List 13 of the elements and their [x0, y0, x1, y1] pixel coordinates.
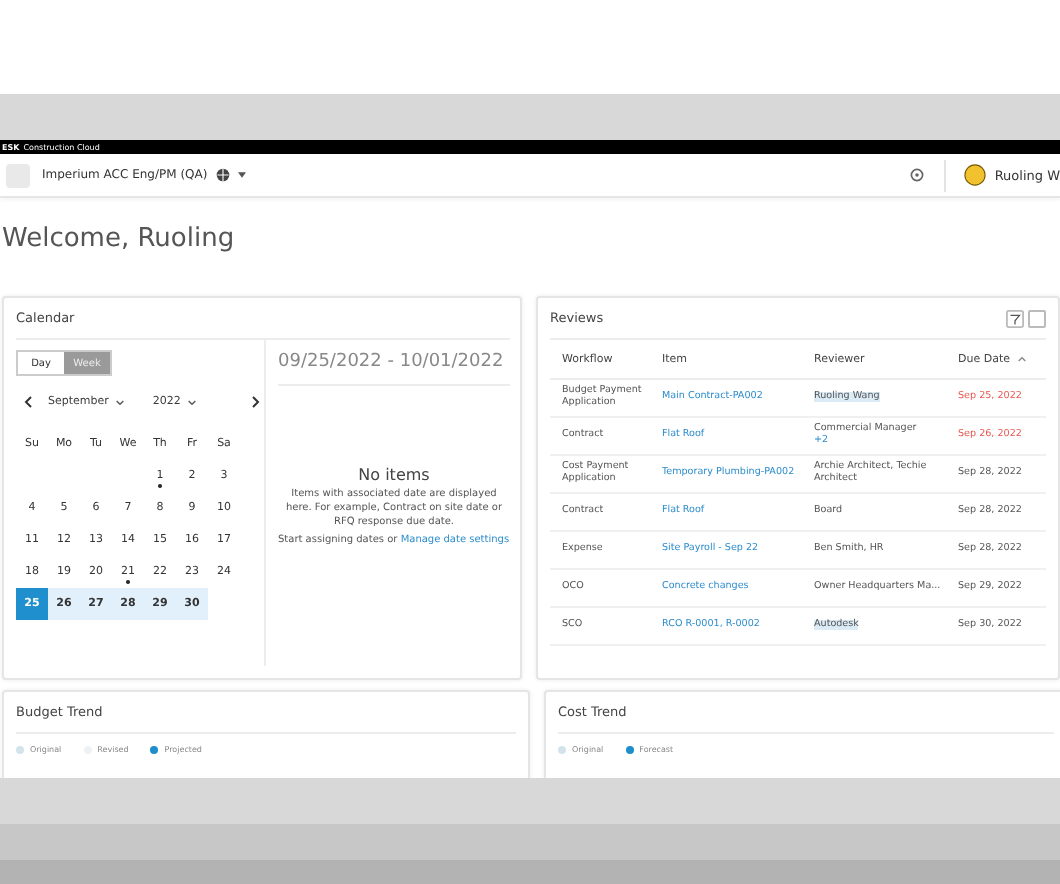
help-icon[interactable]: [910, 168, 925, 182]
chevron-down-icon: [188, 399, 197, 405]
chevron-right-icon[interactable]: [252, 396, 261, 408]
avatar-icon[interactable]: [964, 164, 987, 186]
chevron-down-icon: [116, 399, 125, 405]
filter-icon[interactable]: [1006, 309, 1024, 327]
chevron-left-icon[interactable]: [24, 396, 32, 408]
empty-title: No items: [356, 466, 432, 484]
globe-icon: [215, 168, 230, 182]
date-range: 09/25/2022 - 10/01/2022: [278, 340, 510, 386]
caret-icon[interactable]: [237, 172, 246, 178]
welcome-heading: Welcome, Ruoling: [2, 222, 237, 258]
sort-caret-icon[interactable]: [1018, 355, 1026, 361]
